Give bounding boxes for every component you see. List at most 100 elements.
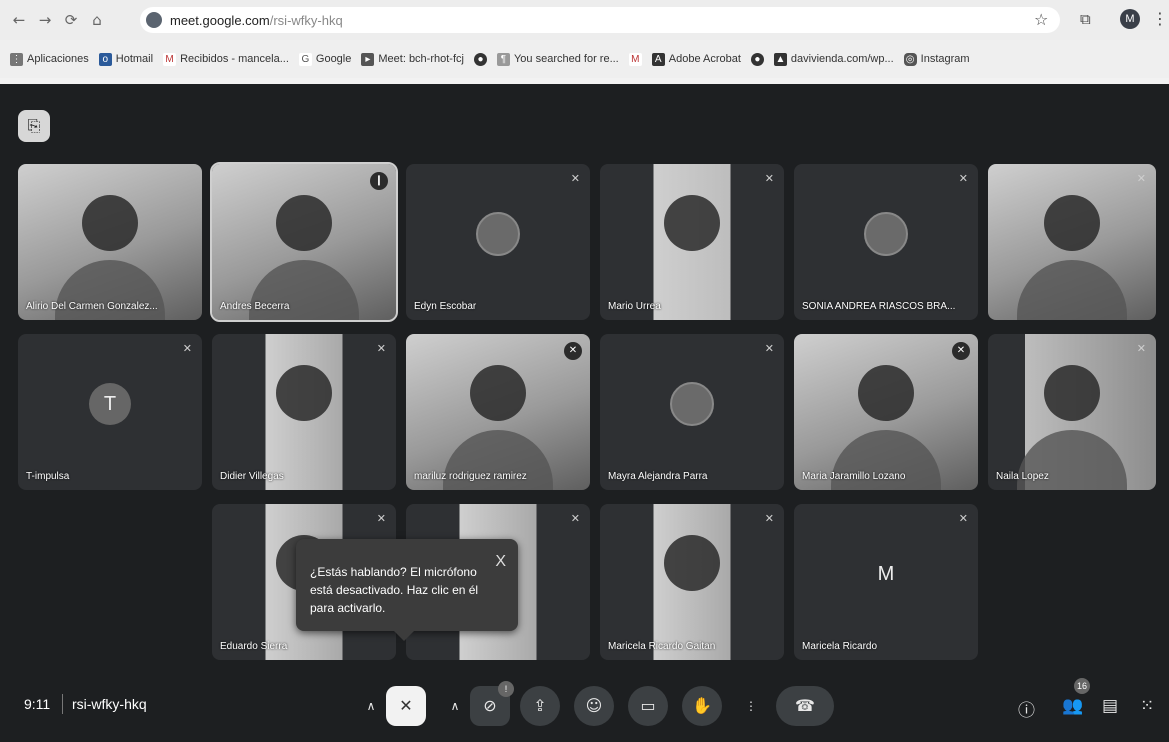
outlook-icon: o bbox=[98, 52, 112, 66]
mic-muted-icon: ✕ bbox=[958, 512, 968, 525]
meeting-info-icon[interactable]: ⎘ bbox=[18, 110, 50, 142]
participant-video bbox=[276, 365, 332, 422]
bookmark-label: Google bbox=[315, 53, 352, 65]
participant-tile[interactable]: ✕ Maricela Ricardo Gaitan bbox=[600, 504, 784, 660]
bookmark-label: Recibidos - mancela... bbox=[180, 53, 289, 65]
gmail-icon: M bbox=[163, 52, 177, 66]
participant-tile[interactable]: T ✕ T-impulsa bbox=[18, 334, 202, 490]
bookmark-google[interactable]: G Google bbox=[298, 52, 352, 66]
participant-name: Mayra Alejandra Parra bbox=[608, 471, 708, 482]
participant-tile[interactable]: ✕ Didier Villegas bbox=[212, 334, 396, 490]
leave-call-button[interactable]: ☎ bbox=[776, 686, 834, 726]
apps-grid-icon: ⋮ bbox=[10, 52, 23, 66]
bookmark-page[interactable]: ● bbox=[473, 52, 487, 66]
participant-name: Didier Villegas bbox=[220, 471, 284, 482]
participant-tile[interactable]: ✕ Mario Urrea bbox=[600, 164, 784, 320]
profile-avatar[interactable]: M bbox=[1120, 9, 1140, 29]
participant-tile[interactable]: ❙ Andres Becerra bbox=[210, 162, 398, 322]
audio-options-chevron-icon[interactable]: ∧ bbox=[360, 686, 382, 726]
bookmark-label: davivienda.com/wp... bbox=[790, 53, 894, 65]
participant-name: Maricela Ricardo bbox=[802, 641, 878, 652]
captions-button[interactable]: ▭ bbox=[628, 686, 668, 726]
present-screen-button[interactable]: ⇪ bbox=[520, 686, 560, 726]
participant-name: Edyn Escobar bbox=[414, 301, 477, 312]
mic-muted-icon: ✕ bbox=[376, 342, 386, 355]
participant-video bbox=[664, 535, 720, 592]
back-icon[interactable]: ← bbox=[6, 11, 32, 29]
meet-icon: ▸ bbox=[361, 52, 375, 66]
address-bar[interactable]: meet.google.com/rsi-wfky-hkq bbox=[140, 7, 1060, 33]
bookmark-label: Meet: bch-rhot-fcj bbox=[378, 53, 464, 65]
participant-name: Eduardo Sierra bbox=[220, 641, 288, 652]
meeting-details-icon[interactable]: ⓘ bbox=[1018, 696, 1035, 721]
mic-muted-icon: ✕ bbox=[570, 172, 580, 185]
participant-initial: M bbox=[877, 563, 895, 586]
bookmark-hotmail[interactable]: o Hotmail bbox=[98, 52, 154, 66]
bookmark-label: You searched for re... bbox=[513, 53, 619, 65]
mic-toggle-button[interactable]: ✕ bbox=[386, 686, 426, 726]
forward-icon[interactable]: → bbox=[32, 11, 58, 29]
mic-muted-icon: ✕ bbox=[1136, 342, 1146, 355]
mic-muted-icon: ✕ bbox=[958, 172, 968, 185]
participant-name: Maricela Ricardo Gaitan bbox=[608, 641, 716, 652]
participant-video bbox=[858, 365, 914, 422]
bookmark-you-searched[interactable]: ¶ You searched for re... bbox=[496, 52, 619, 66]
bookmark-davivienda[interactable]: ▲ davivienda.com/wp... bbox=[773, 52, 894, 66]
bookmark-aplicaciones[interactable]: ⋮ Aplicaciones bbox=[10, 52, 89, 66]
bookmark-meet[interactable]: ▸ Meet: bch-rhot-fcj bbox=[361, 52, 464, 66]
participant-name: Mario Urrea bbox=[608, 301, 661, 312]
davivienda-icon: ▲ bbox=[773, 52, 787, 66]
mic-muted-icon: ✕ bbox=[764, 342, 774, 355]
participant-name: SONIA ANDREA RIASCOS BRA... bbox=[802, 301, 956, 312]
meet-stage: ⎘ Alirio Del Carmen Gonzalez... ❙ Andres… bbox=[0, 84, 1169, 742]
home-icon[interactable]: ⌂ bbox=[84, 11, 110, 29]
bookmark-acrobat[interactable]: A Adobe Acrobat bbox=[651, 52, 741, 66]
participant-tile[interactable]: ✕ mariluz rodriguez ramirez bbox=[406, 334, 590, 490]
mic-muted-icon: ✕ bbox=[564, 342, 582, 360]
participant-tile[interactable]: Alirio Del Carmen Gonzalez... bbox=[18, 164, 202, 320]
url-host: meet.google.com bbox=[170, 12, 270, 28]
bookmarks-bar: ⋮ Aplicaciones o Hotmail M Recibidos - manc… bbox=[0, 40, 1169, 78]
bookmark-recibidos[interactable]: M Recibidos - mancela... bbox=[163, 52, 289, 66]
participant-tile[interactable]: ✕ SONIA ANDREA RIASCOS BRA... bbox=[794, 164, 978, 320]
participant-tile[interactable]: ✕ Mayra Alejandra Parra bbox=[600, 334, 784, 490]
site-info-icon[interactable] bbox=[146, 12, 162, 28]
gmail-icon: M bbox=[628, 52, 642, 66]
bookmark-globe[interactable]: ● bbox=[750, 52, 764, 66]
bookmark-label: Aplicaciones bbox=[27, 53, 89, 65]
browser-menu-icon[interactable]: ⋮ bbox=[1152, 9, 1168, 28]
reactions-button[interactable]: ☺ bbox=[574, 686, 614, 726]
participant-name: Alirio Del Carmen Gonzalez... bbox=[26, 301, 158, 312]
participant-video bbox=[1044, 365, 1100, 422]
more-options-icon[interactable]: ⋮ bbox=[740, 686, 762, 726]
raise-hand-button[interactable]: ✋ bbox=[682, 686, 722, 726]
mic-muted-tooltip: ¿Estás hablando? El micrófono está desac… bbox=[296, 539, 518, 641]
participant-tile[interactable]: ✕ bbox=[988, 164, 1156, 320]
bookmark-star-icon[interactable]: ☆ bbox=[1034, 10, 1048, 29]
video-options-chevron-icon[interactable]: ∧ bbox=[444, 686, 466, 726]
activities-icon[interactable]: ⁙ bbox=[1140, 696, 1154, 716]
participant-name: Maria Jaramillo Lozano bbox=[802, 471, 906, 482]
chat-icon[interactable]: ▤ bbox=[1102, 696, 1118, 716]
participant-avatar bbox=[864, 212, 908, 257]
people-icon[interactable]: 👥 bbox=[1062, 696, 1083, 716]
divider bbox=[62, 694, 63, 714]
bookmark-label: Hotmail bbox=[115, 53, 154, 65]
participant-tile[interactable]: ✕ Maria Jaramillo Lozano bbox=[794, 334, 978, 490]
page-icon: ¶ bbox=[496, 52, 510, 66]
meeting-controls-bar: 9:11 rsi-wfky-hkq ∧ ✕ ∧ ⊘ ! ⇪ ☺ ▭ ✋ ⋮ ☎ … bbox=[0, 678, 1169, 742]
participant-video bbox=[470, 365, 526, 422]
extensions-icon[interactable]: ⧉ bbox=[1080, 10, 1091, 28]
participant-tile[interactable]: M ✕ Maricela Ricardo bbox=[794, 504, 978, 660]
participant-avatar bbox=[670, 382, 714, 427]
bookmark-gmail[interactable]: M bbox=[628, 52, 642, 66]
acrobat-icon: A bbox=[651, 52, 665, 66]
tooltip-close-button[interactable]: X bbox=[495, 553, 506, 571]
camera-warning-badge: ! bbox=[498, 681, 514, 697]
reload-icon[interactable]: ⟳ bbox=[58, 11, 84, 29]
participant-tile[interactable]: ✕ Edyn Escobar bbox=[406, 164, 590, 320]
participant-name: mariluz rodriguez ramirez bbox=[414, 471, 527, 482]
participant-tile[interactable]: ✕ Naila Lopez bbox=[988, 334, 1156, 490]
bookmark-instagram[interactable]: ◎ Instagram bbox=[903, 52, 970, 66]
speaking-indicator-icon: ❙ bbox=[370, 172, 388, 190]
